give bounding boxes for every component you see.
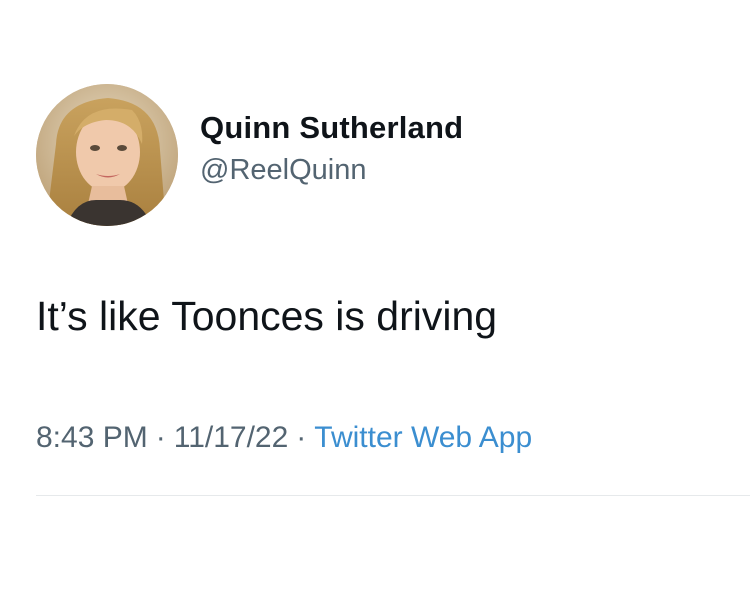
- divider: [36, 495, 750, 496]
- meta-separator: ·: [296, 421, 307, 454]
- tweet-meta: 8:43 PM · 11/17/22 · Twitter Web App: [36, 418, 532, 458]
- display-name[interactable]: Quinn Sutherland: [200, 108, 463, 148]
- meta-separator: ·: [155, 421, 166, 454]
- author-info: Quinn Sutherland @ReelQuinn: [200, 108, 463, 188]
- avatar[interactable]: [36, 84, 178, 226]
- avatar-photo: [36, 84, 178, 226]
- tweet-text: It’s like Toonces is driving: [36, 293, 498, 339]
- tweet-time[interactable]: 8:43 PM: [36, 421, 148, 454]
- user-handle[interactable]: @ReelQuinn: [200, 152, 463, 188]
- tweet-source-link[interactable]: Twitter Web App: [314, 421, 532, 454]
- tweet-card: Quinn Sutherland @ReelQuinn It’s like To…: [0, 0, 750, 608]
- tweet-date[interactable]: 11/17/22: [174, 421, 289, 454]
